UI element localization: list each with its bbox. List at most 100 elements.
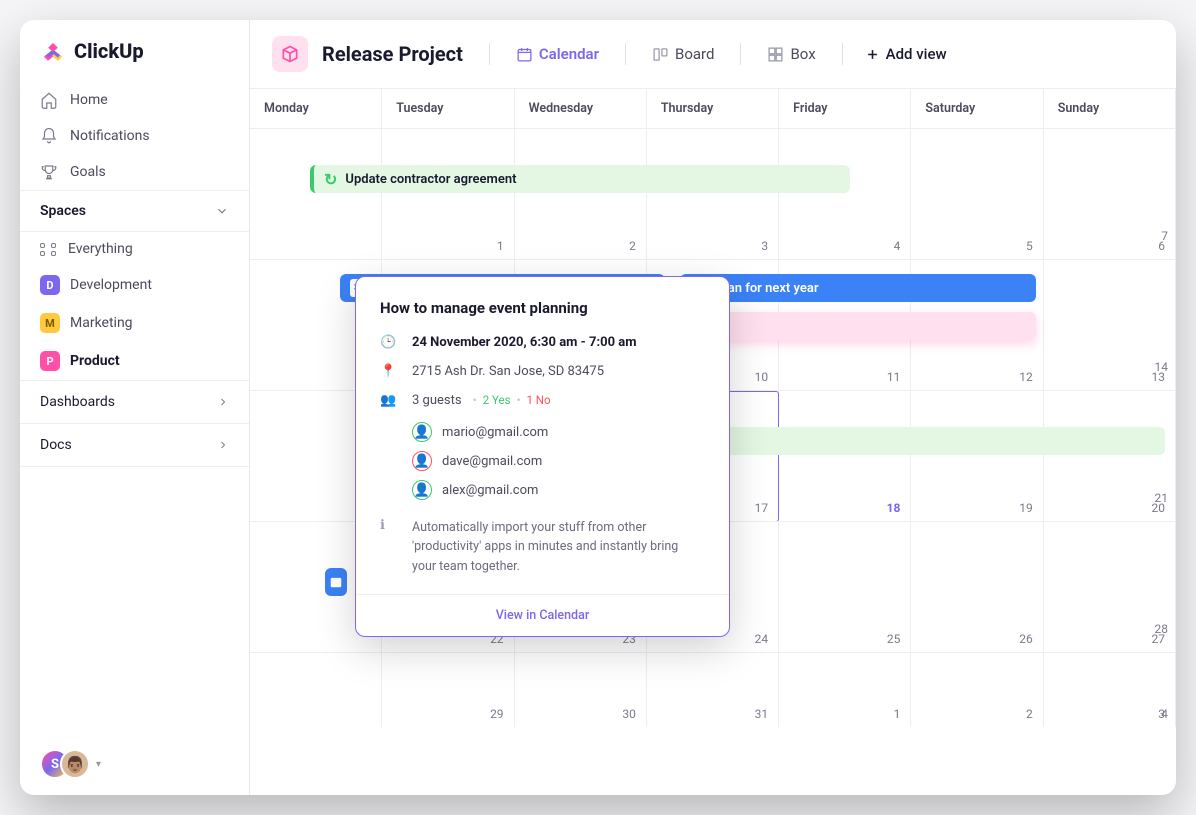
topbar: Release Project Calendar Board Box Add v… bbox=[250, 20, 1176, 89]
person-icon: 👤 bbox=[412, 451, 432, 471]
sidebar-everything[interactable]: Everything bbox=[20, 232, 249, 266]
grid-icon bbox=[40, 243, 58, 256]
app-window: ClickUp Home Notifications Goals Spaces … bbox=[20, 20, 1176, 795]
person-icon: 👤 bbox=[412, 422, 432, 442]
add-view-button[interactable]: Add view bbox=[865, 45, 947, 63]
popover-datetime: 🕒 24 November 2020, 6:30 am - 7:00 am bbox=[380, 335, 705, 350]
calendar-cell[interactable] bbox=[250, 653, 382, 727]
sidebar-docs[interactable]: Docs bbox=[20, 423, 249, 467]
day-header: Thursday bbox=[647, 89, 779, 128]
day-header: Monday bbox=[250, 89, 382, 128]
calendar-cell[interactable]: 5 bbox=[911, 129, 1043, 259]
project-title: Release Project bbox=[322, 42, 463, 66]
clickup-logo-icon bbox=[40, 38, 66, 64]
logo[interactable]: ClickUp bbox=[20, 38, 249, 82]
calendar-cell[interactable]: 31 bbox=[647, 653, 779, 727]
day-header: Wednesday bbox=[515, 89, 647, 128]
calendar-cell[interactable]: 3 bbox=[647, 129, 779, 259]
brand-name: ClickUp bbox=[74, 39, 144, 63]
info-icon: ℹ bbox=[380, 518, 396, 576]
rsvp-no: 1 No bbox=[526, 393, 550, 407]
sync-icon: ↻ bbox=[324, 170, 337, 189]
sidebar-dashboards[interactable]: Dashboards bbox=[20, 380, 249, 423]
calendar-cell[interactable]: 19 bbox=[911, 391, 1043, 521]
calendar-cell[interactable]: 2 bbox=[911, 653, 1043, 727]
event-soft-green[interactable] bbox=[680, 427, 1165, 455]
chevron-down-icon bbox=[215, 204, 229, 218]
trophy-icon bbox=[40, 163, 58, 181]
rsvp-yes: 2 Yes bbox=[483, 393, 511, 407]
chevron-right-icon bbox=[217, 396, 229, 408]
guest-row: 👤alex@gmail.com bbox=[412, 480, 705, 500]
event-partial[interactable] bbox=[325, 568, 347, 596]
nav-notifications[interactable]: Notifications bbox=[20, 118, 249, 154]
divider bbox=[625, 43, 626, 65]
calendar-cell[interactable]: 1 bbox=[779, 653, 911, 727]
guest-row: 👤dave@gmail.com bbox=[412, 451, 705, 471]
calendar-icon bbox=[516, 46, 533, 63]
view-tab-board[interactable]: Board bbox=[642, 39, 724, 69]
week-row: 29 30 31 1 2 3 4 bbox=[250, 652, 1176, 727]
chevron-down-icon: ▾ bbox=[96, 759, 101, 770]
popover-description: ℹ Automatically import your stuff from o… bbox=[380, 518, 705, 576]
guest-row: 👤mario@gmail.com bbox=[412, 422, 705, 442]
calendar-cell[interactable]: 25 bbox=[779, 522, 911, 652]
calendar-cell[interactable]: 30 bbox=[515, 653, 647, 727]
calendar-cell[interactable]: 4 bbox=[779, 129, 911, 259]
user-switcher[interactable]: S 👨🏽 ▾ bbox=[20, 733, 249, 795]
sidebar: ClickUp Home Notifications Goals Spaces … bbox=[20, 20, 250, 795]
day-headers: Monday Tuesday Wednesday Thursday Friday… bbox=[250, 89, 1176, 128]
chevron-right-icon bbox=[217, 439, 229, 451]
event-update-contractor[interactable]: ↻ Update contractor agreement bbox=[310, 165, 850, 193]
bell-icon bbox=[40, 127, 58, 145]
calendar-cell[interactable]: 1 bbox=[382, 129, 514, 259]
event-popover: How to manage event planning 🕒 24 Novemb… bbox=[355, 276, 730, 637]
day-header: Saturday bbox=[911, 89, 1043, 128]
people-icon: 👥 bbox=[380, 393, 396, 408]
calendar-cell[interactable]: 3 bbox=[1044, 653, 1176, 727]
nav-label: Home bbox=[70, 92, 108, 108]
divider bbox=[489, 43, 490, 65]
calendar-cell[interactable]: 29 bbox=[382, 653, 514, 727]
calendar-cell[interactable]: 26 bbox=[911, 522, 1043, 652]
avatar: 👨🏽 bbox=[60, 749, 90, 779]
grid-icon bbox=[767, 46, 784, 63]
board-icon bbox=[652, 46, 669, 63]
clock-icon: 🕒 bbox=[380, 335, 396, 350]
space-badge: P bbox=[40, 351, 60, 371]
day-header: Friday bbox=[779, 89, 911, 128]
space-badge: D bbox=[40, 275, 60, 295]
event-soft-pink[interactable] bbox=[680, 312, 1036, 340]
plus-icon bbox=[865, 47, 880, 62]
popover-location: 📍 2715 Ash Dr. San Jose, SD 83475 bbox=[380, 364, 705, 379]
popover-guests: 👥 3 guests • 2 Yes • 1 No bbox=[380, 393, 705, 408]
project-icon bbox=[272, 36, 308, 72]
sidebar-space-product[interactable]: P Product bbox=[20, 342, 249, 380]
sidebar-space-marketing[interactable]: M Marketing bbox=[20, 304, 249, 342]
space-badge: M bbox=[40, 313, 60, 333]
person-icon: 👤 bbox=[412, 480, 432, 500]
popover-title: How to manage event planning bbox=[380, 299, 705, 317]
home-icon bbox=[40, 91, 58, 109]
calendar-cell[interactable] bbox=[250, 129, 382, 259]
event-plan-next-year[interactable]: 31 Plan for next year bbox=[680, 274, 1036, 302]
view-tab-box[interactable]: Box bbox=[757, 39, 825, 69]
calendar-icon bbox=[329, 575, 343, 589]
divider bbox=[740, 43, 741, 65]
spaces-header[interactable]: Spaces bbox=[20, 190, 249, 232]
day-header: Tuesday bbox=[382, 89, 514, 128]
nav-goals[interactable]: Goals bbox=[20, 154, 249, 190]
calendar-cell[interactable]: 2 bbox=[515, 129, 647, 259]
divider bbox=[842, 43, 843, 65]
calendar-cell[interactable]: 18 bbox=[779, 391, 911, 521]
box-icon bbox=[280, 44, 300, 64]
sidebar-space-development[interactable]: D Development bbox=[20, 266, 249, 304]
nav-label: Notifications bbox=[70, 128, 150, 144]
nav-label: Goals bbox=[70, 164, 106, 180]
view-tab-calendar[interactable]: Calendar bbox=[506, 39, 609, 69]
pin-icon: 📍 bbox=[380, 364, 396, 379]
view-in-calendar-link[interactable]: View in Calendar bbox=[356, 594, 729, 636]
week-row: 1 2 3 4 5 6 ↻ Update contractor agreemen… bbox=[250, 128, 1176, 259]
nav-home[interactable]: Home bbox=[20, 82, 249, 118]
calendar-cell[interactable]: 6 bbox=[1044, 129, 1176, 259]
